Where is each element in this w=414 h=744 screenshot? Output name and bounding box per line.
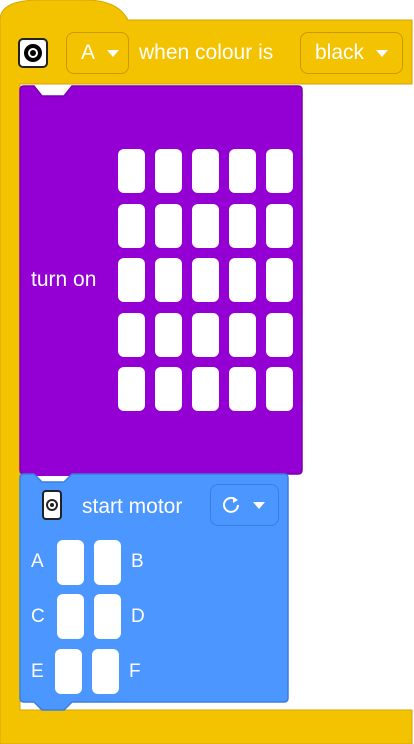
- matrix-pixel[interactable]: [266, 312, 293, 357]
- matrix-pixel[interactable]: [155, 149, 182, 193]
- matrix-pixel[interactable]: [266, 258, 293, 302]
- matrix-pixel[interactable]: [155, 367, 182, 411]
- colour-sensor-icon[interactable]: [18, 38, 48, 68]
- port-c-toggle[interactable]: [57, 594, 84, 639]
- matrix-pixel[interactable]: [229, 367, 256, 411]
- light-block-label: turn on: [31, 268, 97, 291]
- port-label-b: B: [131, 551, 144, 572]
- matrix-pixel[interactable]: [118, 149, 145, 193]
- matrix-pixel[interactable]: [155, 258, 182, 302]
- chevron-down-icon: [107, 49, 120, 57]
- matrix-pixel[interactable]: [266, 367, 293, 411]
- motor-icon: [42, 490, 62, 520]
- port-dropdown[interactable]: A: [66, 32, 129, 74]
- colour-dropdown[interactable]: black: [300, 32, 403, 74]
- port-label-e: E: [31, 661, 44, 682]
- matrix-pixel[interactable]: [229, 203, 256, 248]
- matrix-pixel[interactable]: [192, 367, 219, 411]
- clockwise-arrow-icon: [223, 496, 239, 513]
- port-dropdown-value: A: [81, 41, 96, 64]
- matrix-pixel[interactable]: [229, 258, 256, 302]
- matrix-pixel[interactable]: [118, 258, 145, 302]
- matrix-pixel[interactable]: [229, 149, 256, 193]
- matrix-pixel[interactable]: [118, 203, 145, 248]
- matrix-pixel[interactable]: [192, 149, 219, 193]
- port-d-toggle[interactable]: [94, 594, 121, 639]
- motor-block-label: start motor: [82, 495, 183, 518]
- port-label-f: F: [129, 661, 141, 682]
- direction-dropdown[interactable]: [210, 484, 279, 526]
- matrix-pixel[interactable]: [192, 258, 219, 302]
- matrix-pixel[interactable]: [118, 312, 145, 357]
- matrix-pixel[interactable]: [155, 203, 182, 248]
- chevron-down-icon: [253, 501, 265, 509]
- port-label-d: D: [131, 606, 145, 627]
- colour-dropdown-value: black: [315, 41, 365, 64]
- matrix-pixel[interactable]: [266, 203, 293, 248]
- chevron-down-icon: [376, 49, 389, 57]
- matrix-pixel[interactable]: [192, 312, 219, 357]
- port-label-a: A: [31, 551, 44, 572]
- port-label-c: C: [31, 606, 45, 627]
- matrix-pixel[interactable]: [192, 203, 219, 248]
- port-e-toggle[interactable]: [55, 649, 82, 694]
- matrix-pixel[interactable]: [155, 312, 182, 357]
- port-b-toggle[interactable]: [94, 540, 121, 585]
- matrix-pixel[interactable]: [266, 149, 293, 193]
- port-f-toggle[interactable]: [92, 649, 119, 694]
- port-a-toggle[interactable]: [57, 540, 84, 585]
- matrix-pixel[interactable]: [229, 312, 256, 357]
- hat-label: when colour is: [139, 41, 274, 64]
- matrix-pixel[interactable]: [118, 367, 145, 411]
